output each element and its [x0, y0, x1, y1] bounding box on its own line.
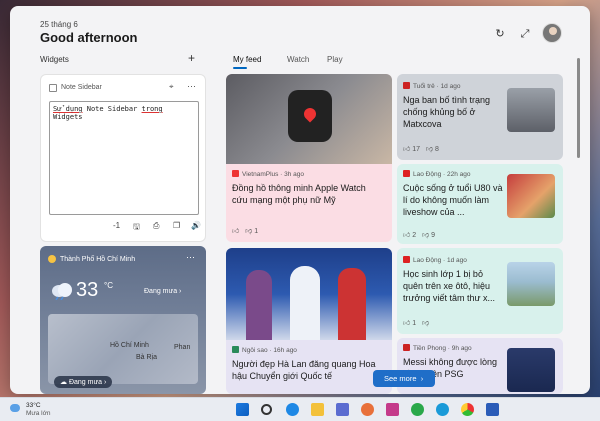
card-title: Cuộc sống ở tuổi U80 và lí do không muốn…: [403, 183, 503, 217]
widgets-panel: 25 tháng 6 Good afternoon ↻ ⤢ Widgets + …: [10, 6, 590, 394]
map-label-ba-ria: Bà Rịa: [136, 354, 158, 361]
see-more-button[interactable]: See more ›: [373, 370, 435, 387]
note-count: -1: [113, 221, 121, 230]
date-label: 25 tháng 6: [40, 20, 78, 29]
card-reactions[interactable]: 👍︎ 👎︎ 1: [232, 226, 258, 235]
browser-icon[interactable]: [436, 403, 449, 416]
firefox-icon[interactable]: [361, 403, 374, 416]
print-icon[interactable]: ⎙: [153, 221, 159, 231]
taskbar-weather[interactable]: 33°C Mưa lớn: [10, 402, 51, 418]
card-thumbnail: [507, 262, 555, 306]
weather-small-icon: [48, 255, 56, 263]
word-icon[interactable]: [486, 403, 499, 416]
search-icon[interactable]: [261, 404, 272, 415]
edge-dev-icon[interactable]: [411, 403, 424, 416]
card-source: VietnamPlus · 3h ago: [232, 170, 304, 178]
tab-play[interactable]: Play: [327, 55, 343, 64]
file-explorer-icon[interactable]: [311, 403, 324, 416]
card-reactions[interactable]: 👍︎ 17 👎︎ 8: [403, 144, 439, 153]
more-options-icon[interactable]: ⋯: [187, 81, 196, 92]
app-icon[interactable]: [386, 403, 399, 416]
widgets-label: Widgets: [40, 55, 69, 64]
refresh-icon[interactable]: ↻: [492, 26, 508, 42]
note-textarea[interactable]: Sử dụng Note Sidebar trong Widgets: [49, 101, 199, 215]
card-title: Đồng hồ thông minh Apple Watch cứu mạng …: [232, 183, 366, 205]
card-image: [226, 248, 392, 340]
map-label-phan: Phan: [174, 344, 191, 351]
rain-cloud-icon: [52, 283, 72, 300]
card-reactions[interactable]: 👍︎ 2 👎︎ 9: [403, 230, 435, 239]
copy-icon[interactable]: ❐: [173, 221, 180, 230]
note-icon: [49, 84, 57, 92]
card-source: Ngôi sao · 16h ago: [232, 346, 297, 354]
avatar[interactable]: [542, 23, 562, 43]
weather-cloud-icon: [10, 404, 20, 412]
card-source: Lao Động · 22h ago: [403, 170, 470, 178]
weather-status-pill[interactable]: ☁ Đang mưa ›: [54, 376, 113, 388]
store-icon[interactable]: [336, 403, 349, 416]
card-thumbnail: [507, 348, 555, 392]
news-card-3[interactable]: Lao Động · 22h ago Cuộc sống ở tuổi U80 …: [397, 164, 563, 244]
taskbar-temp: 33°C: [26, 402, 41, 409]
temperature: 33: [76, 279, 99, 301]
card-image: [226, 74, 392, 164]
taskbar: 33°C Mưa lớn: [0, 397, 600, 421]
weather-condition: Đang mưa ›: [144, 288, 182, 295]
card-source: Tiền Phong · 9h ago: [403, 344, 472, 352]
save-icon[interactable]: 🖫: [133, 221, 140, 235]
note-title: Note Sidebar: [61, 84, 102, 91]
news-card-4[interactable]: Lao Động · 1d ago Học sinh lớp 1 bị bỏ q…: [397, 248, 563, 334]
expand-icon[interactable]: ⤢: [517, 26, 533, 42]
card-source: Tuổi trẻ · 1d ago: [403, 82, 460, 90]
edge-icon[interactable]: [286, 403, 299, 416]
more-options-icon[interactable]: ⋯: [186, 252, 195, 263]
weather-map[interactable]: Hồ Chí Minh Bà Rịa Phan: [48, 314, 198, 384]
map-label-hcm: Hồ Chí Minh: [110, 342, 149, 349]
news-card-2[interactable]: Tuổi trẻ · 1d ago Nga ban bố tình trạng …: [397, 74, 563, 160]
note-sidebar-widget: Note Sidebar ⌖ ⋯ Sử dụng Note Sidebar tr…: [40, 74, 206, 242]
card-thumbnail: [507, 88, 555, 132]
tab-watch[interactable]: Watch: [287, 55, 309, 64]
card-reactions[interactable]: 👍︎ 1 👎︎: [403, 318, 429, 327]
chrome-icon[interactable]: [461, 403, 474, 416]
card-thumbnail: [507, 174, 555, 218]
temperature-unit: °C: [104, 281, 113, 290]
add-widget-icon[interactable]: +: [188, 51, 195, 65]
news-card-1[interactable]: VietnamPlus · 3h ago Đồng hồ thông minh …: [226, 74, 392, 242]
news-card-5[interactable]: Ngôi sao · 16h ago Người đẹp Hà Lan đăng…: [226, 248, 392, 394]
card-title: Người đẹp Hà Lan đăng quang Hoa hậu Chuy…: [232, 359, 376, 381]
card-title: Học sinh lớp 1 bị bỏ quên trên xe ôtô, h…: [403, 269, 495, 303]
tab-underline: [233, 67, 247, 69]
weather-widget[interactable]: Thành Phố Hồ Chí Minh ⋯ 33 °C Đang mưa ›…: [40, 246, 206, 394]
pin-icon[interactable]: ⌖: [169, 82, 174, 92]
card-source: Lao Động · 1d ago: [403, 256, 467, 264]
scrollbar[interactable]: [577, 58, 580, 158]
tab-my-feed[interactable]: My feed: [233, 55, 261, 69]
card-title: Nga ban bố tình trạng chống khủng bố ở M…: [403, 95, 491, 129]
greeting: Good afternoon: [40, 30, 138, 45]
weather-location: Thành Phố Hồ Chí Minh: [60, 256, 136, 263]
start-icon[interactable]: [236, 403, 249, 416]
speaker-icon[interactable]: 🔊: [191, 221, 201, 230]
taskbar-cond: Mưa lớn: [26, 410, 51, 417]
